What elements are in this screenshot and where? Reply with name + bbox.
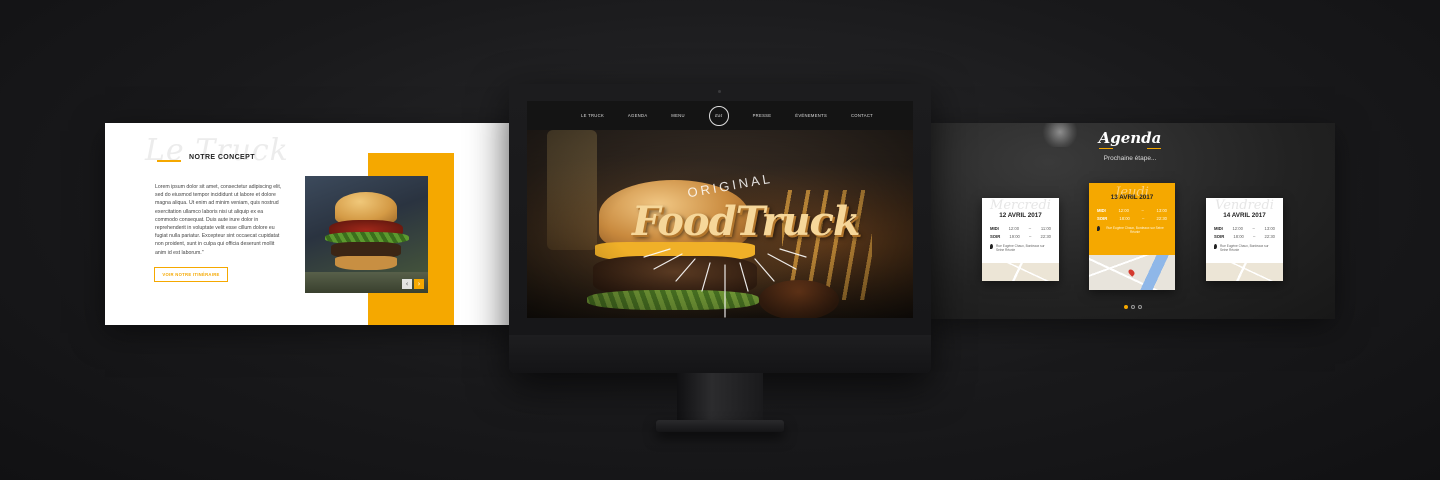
burger-photo: ‹ › [305,176,428,293]
hero-banner: ORIGINAL FoodTruck [527,130,913,318]
section-script-title: Le Truck [145,133,289,168]
hero-rays-graphic [643,248,807,318]
chevron-left-icon[interactable]: ‹ [402,279,412,289]
logo-text: Eat [715,113,723,118]
hero-headline: FoodTruck [632,198,861,245]
nav-item-le-truck[interactable]: LE TRUCK [581,113,604,118]
agenda-subtitle: Prochaine étape... [1103,155,1157,162]
concept-body-text: Lorem ipsum dolor sit amet, consectetur … [155,184,282,256]
site-nav: LE TRUCK AGENDA MENU Eat PRESSE ÉVÉNEMEN… [527,101,913,130]
location-pin-icon [1214,244,1217,249]
carousel-dot[interactable] [1138,305,1142,309]
hours-row: MIDI 12:00–11:00 [990,226,1051,232]
card-map[interactable] [1089,255,1175,290]
hours-row: SOIR 18:00–22:30 [1214,233,1275,239]
card-address: Rue Eugène Chaux, Bordeaux sur Seine Réu… [990,244,1051,252]
agenda-card[interactable]: Mercredi 12 AVRIL 2017 MIDI 12:00–11:00 S… [982,198,1059,281]
card-hours: MIDI 12:00–13:00 SOIR 18:00–22:30 [1089,201,1175,222]
card-date: 13 AVRIL 2017 [1110,194,1154,201]
hours-row: MIDI 12:00–13:00 [1097,208,1167,214]
carousel-nav: ‹ › [402,279,424,289]
burger-bun-bottom [335,256,397,270]
card-map[interactable] [1206,263,1283,281]
hours-row: MIDI 12:00–13:00 [1214,226,1275,232]
card-hours: MIDI 12:00–13:00 SOIR 18:00–22:30 [1206,219,1283,240]
view-itinerary-button[interactable]: VOIR NOTRE ITINÉRAIRE [154,267,228,282]
location-pin-icon [990,244,993,249]
monitor-screen: LE TRUCK AGENDA MENU Eat PRESSE ÉVÉNEMEN… [527,101,913,318]
agenda-section-preview: Agenda Prochaine étape... Mercredi 12 AV… [925,123,1335,319]
card-map[interactable] [982,263,1059,281]
card-address: Rue Eugène Chaux, Bordeaux sur Seine Réu… [1097,226,1167,234]
agenda-card[interactable]: Vendredi 14 AVRIL 2017 MIDI 12:00–13:00 S… [1206,198,1283,281]
card-header: Jeudi 13 AVRIL 2017 MIDI 12:00–13:00 SOIR… [1089,183,1175,255]
monitor-base [656,420,784,432]
card-header: Mercredi 12 AVRIL 2017 [982,198,1059,219]
site-logo[interactable]: Eat [708,105,729,126]
hours-row: SOIR 18:00–22:30 [1097,215,1167,221]
imac-monitor: LE TRUCK AGENDA MENU Eat PRESSE ÉVÉNEMEN… [509,84,931,373]
card-address: Rue Eugène Chaux, Bordeaux sur Seine Réu… [1214,244,1275,252]
card-hours: MIDI 12:00–11:00 SOIR 19:00–22:30 [982,219,1059,240]
nav-item-presse[interactable]: PRESSE [753,113,772,118]
camera [718,90,721,93]
concept-title: NOTRE CONCEPT [189,154,255,161]
title-accent-line-right [1147,148,1161,149]
carousel-dot[interactable] [1124,305,1128,309]
title-accent-line-left [1099,148,1113,149]
title-accent-line [157,160,181,162]
card-date: 12 AVRIL 2017 [999,212,1042,219]
card-date: 14 AVRIL 2017 [1223,212,1266,219]
concept-section-preview: Le Truck NOTRE CONCEPT Lorem ipsum dolor… [105,123,513,325]
carousel-dots [1124,305,1142,309]
location-pin-icon [1097,226,1100,231]
card-day-script: Mercredi [990,198,1051,213]
nav-item-evenements[interactable]: ÉVÉNEMENTS [795,113,827,118]
agenda-card-active[interactable]: Jeudi 13 AVRIL 2017 MIDI 12:00–13:00 SOIR… [1089,183,1175,290]
chevron-right-icon[interactable]: › [414,279,424,289]
carousel-dot[interactable] [1131,305,1135,309]
monitor-stand [677,373,763,425]
nav-item-agenda[interactable]: AGENDA [628,113,647,118]
map-marker-icon [1126,268,1136,277]
monitor-chin [509,335,931,373]
nav-item-contact[interactable]: CONTACT [851,113,873,118]
nav-item-menu[interactable]: MENU [671,113,685,118]
hours-row: SOIR 19:00–22:30 [990,233,1051,239]
card-day-script: Vendredi [1215,198,1274,213]
agenda-title: Agenda [1098,129,1162,147]
card-header: Vendredi 14 AVRIL 2017 [1206,198,1283,219]
